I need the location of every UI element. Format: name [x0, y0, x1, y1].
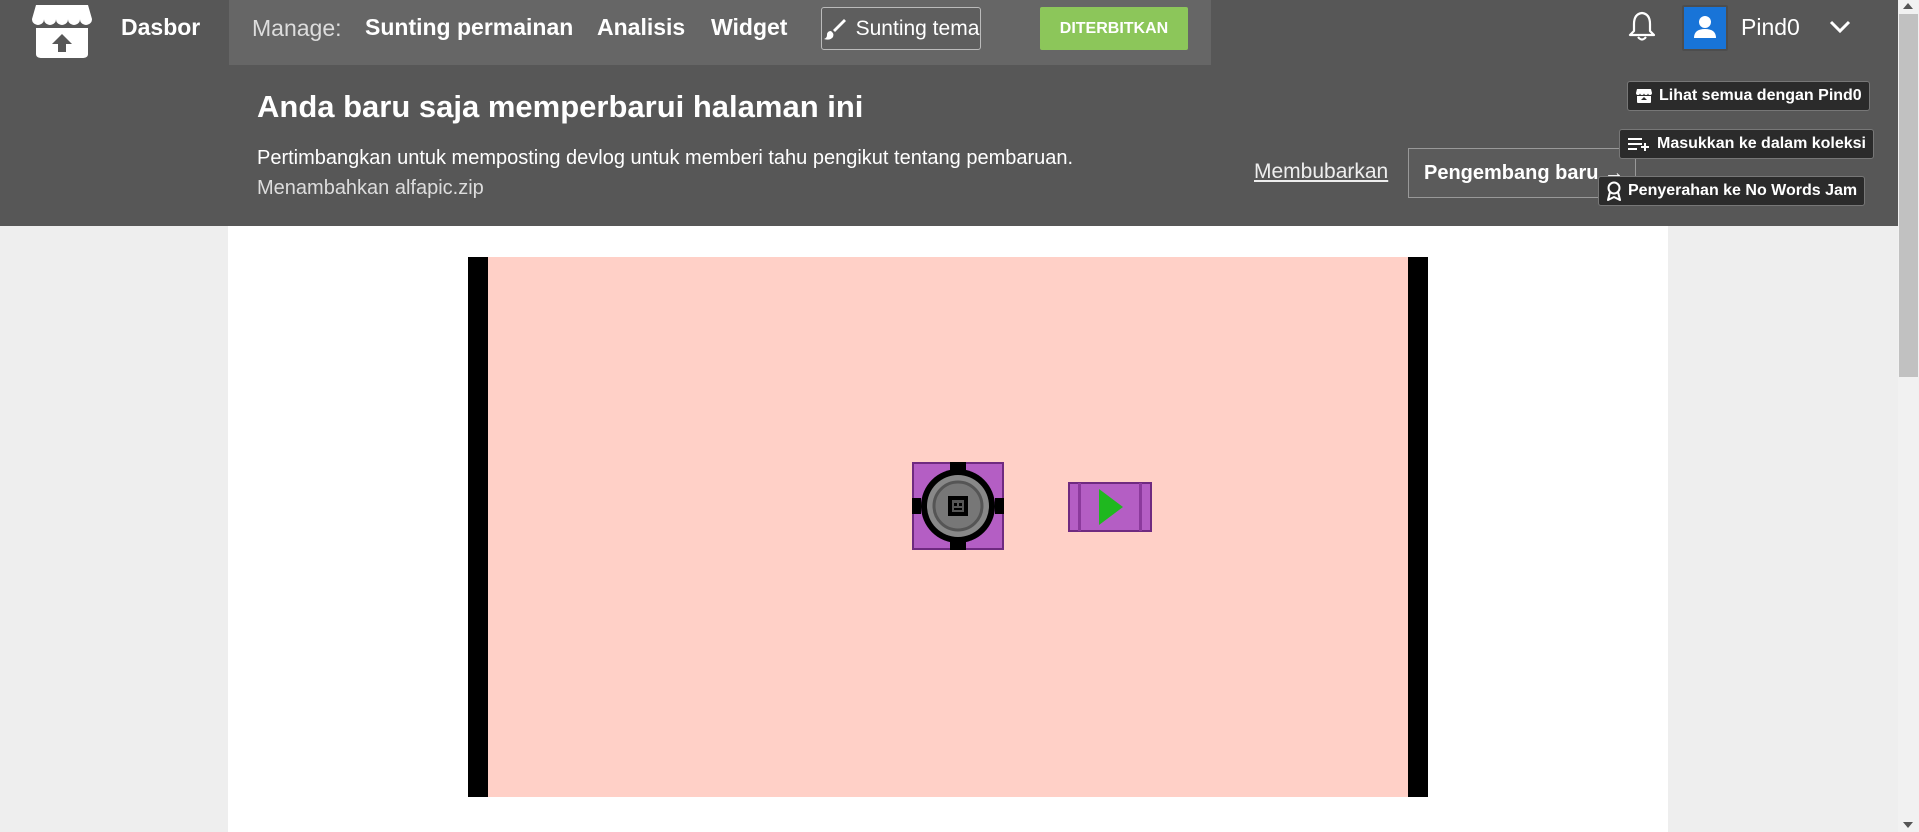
username[interactable]: Pind0 — [1741, 14, 1800, 41]
edit-theme-button[interactable]: Sunting tema — [821, 7, 981, 50]
avatar[interactable] — [1682, 5, 1728, 51]
add-to-collection-button[interactable]: Masukkan ke dalam koleksi — [1619, 129, 1874, 159]
nav-widget[interactable]: Widget — [711, 14, 787, 41]
view-all-label: Lihat semua dengan Pind0 — [1659, 87, 1862, 104]
view-all-by-author-button[interactable]: Lihat semua dengan Pind0 — [1627, 81, 1870, 111]
itch-logo-icon[interactable] — [30, 2, 94, 60]
nav-edit-game[interactable]: Sunting permainan — [365, 14, 573, 41]
published-status-button[interactable]: DITERBITKAN — [1040, 7, 1188, 50]
dashboard-link[interactable]: Dasbor — [121, 14, 200, 41]
bell-icon[interactable] — [1627, 10, 1657, 42]
jam-submission-button[interactable]: Penyerahan ke No Words Jam — [1598, 176, 1866, 206]
scrollbar-thumb[interactable] — [1899, 14, 1918, 377]
add-to-collection-label: Masukkan ke dalam koleksi — [1657, 135, 1866, 152]
paintbrush-icon — [823, 18, 846, 40]
dismiss-link[interactable]: Membubarkan — [1254, 160, 1388, 184]
chevron-down-icon[interactable] — [1828, 17, 1852, 37]
notice-file-added: Menambahkan alfapic.zip — [257, 177, 484, 199]
scroll-down-arrow-icon[interactable] — [1903, 822, 1913, 828]
user-icon — [1694, 16, 1716, 38]
edit-theme-label: Sunting tema — [855, 16, 980, 40]
jam-submission-label: Penyerahan ke No Words Jam — [1628, 182, 1858, 199]
round-button-sprite[interactable] — [912, 462, 1004, 550]
notice-message: Pertimbangkan untuk memposting devlog un… — [257, 147, 1074, 169]
notice-title: Anda baru saja memperbarui halaman ini — [257, 89, 864, 124]
scroll-up-arrow-icon[interactable] — [1903, 3, 1913, 9]
top-header: Dasbor Manage: Sunting permainan Analisi… — [0, 0, 1898, 65]
ribbon-icon — [1607, 181, 1621, 201]
manage-bar: Manage: Sunting permainan Analisis Widge… — [229, 0, 1211, 65]
play-button-sprite[interactable] — [1068, 482, 1152, 532]
manage-label: Manage: — [252, 15, 342, 41]
itch-logo-icon — [1636, 89, 1652, 103]
nav-analytics[interactable]: Analisis — [597, 14, 685, 41]
add-to-list-icon — [1628, 138, 1649, 151]
